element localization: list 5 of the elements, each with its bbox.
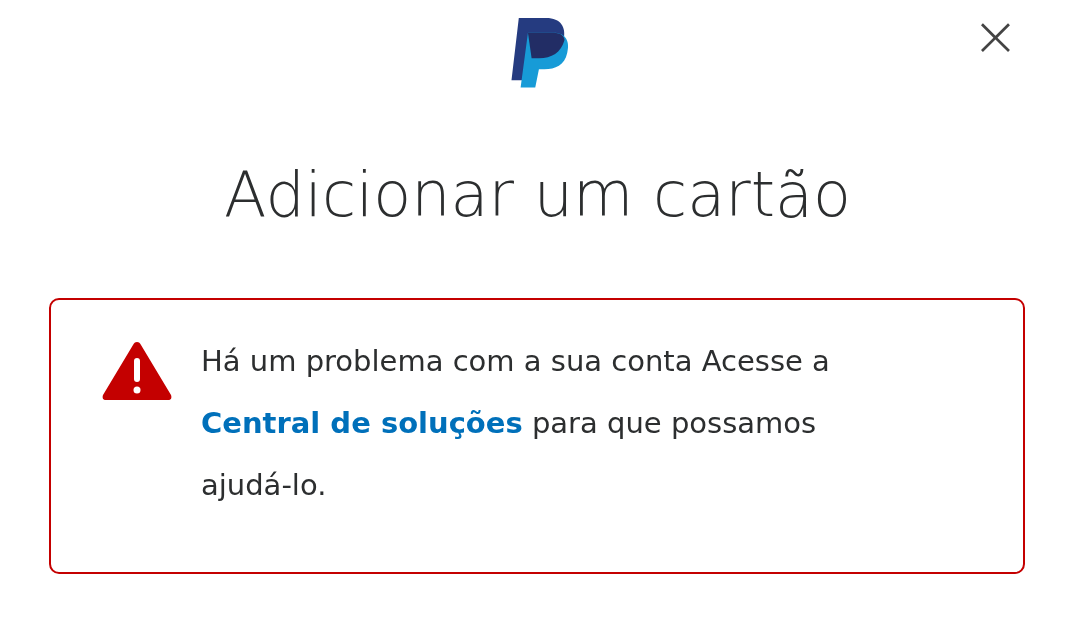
warning-icon: [101, 340, 173, 402]
alert-message: Há um problema com a sua conta Acesse a Central de soluções para que possamos ajudá-lo.: [201, 343, 831, 504]
page-title: Adicionar um cartão: [223, 157, 852, 233]
close-button[interactable]: ×: [968, 8, 1023, 64]
solutions-center-link[interactable]: Central de soluções: [201, 406, 523, 440]
